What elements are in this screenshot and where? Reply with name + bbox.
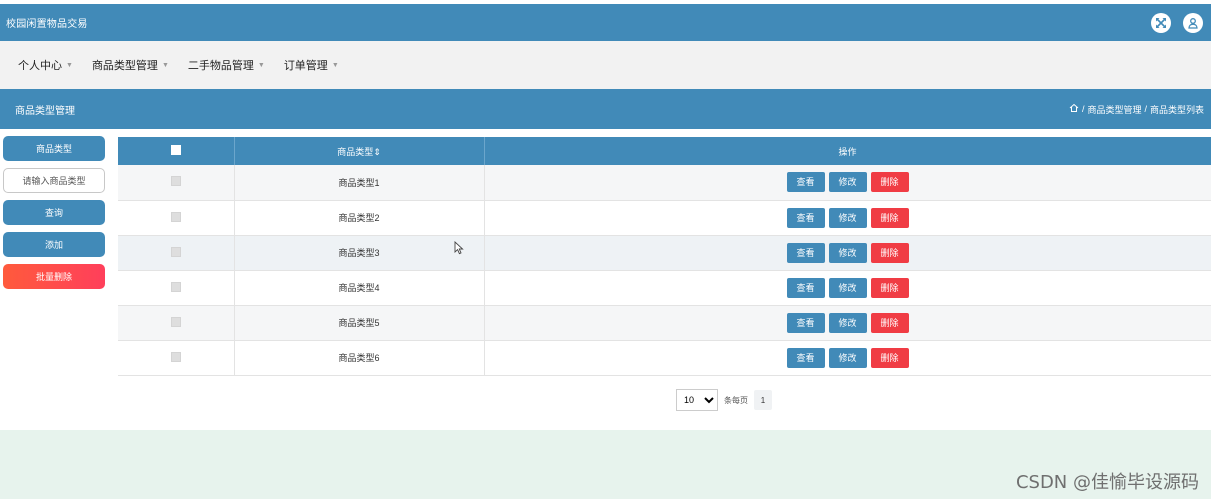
delete-button[interactable]: 删除: [870, 172, 909, 193]
watermark-text: CSDN @佳愉毕设源码: [1015, 472, 1199, 493]
select-all-checkbox[interactable]: [170, 145, 181, 155]
edit-button[interactable]: 修改: [828, 312, 867, 333]
view-button[interactable]: 查看: [786, 172, 825, 193]
row-checkbox[interactable]: [170, 246, 181, 257]
category-name-cell: 商品类型5: [234, 305, 485, 341]
chevron-down-icon: ▼: [161, 61, 169, 69]
page-number-button[interactable]: 1: [754, 390, 772, 410]
mouse-cursor-icon: [454, 240, 464, 260]
actions-cell: 查看 修改 删除: [484, 270, 1211, 306]
row-checkbox[interactable]: [170, 211, 181, 222]
edit-button[interactable]: 修改: [828, 242, 867, 263]
actions-cell: 查看 修改 删除: [484, 340, 1211, 376]
delete-button[interactable]: 删除: [870, 242, 909, 263]
column-header-label: 商品类型: [337, 146, 374, 157]
edit-button[interactable]: 修改: [828, 207, 867, 228]
view-button[interactable]: 查看: [786, 207, 825, 228]
actions-cell: 查看 修改 删除: [484, 200, 1211, 236]
footer: CSDN @佳愉毕设源码: [0, 430, 1211, 499]
per-page-label: 条每页: [724, 395, 748, 405]
edit-button[interactable]: 修改: [828, 172, 867, 193]
column-header-category[interactable]: 商品类型⇕: [234, 137, 485, 165]
view-button[interactable]: 查看: [786, 347, 825, 368]
breadcrumb-category-management[interactable]: 商品类型管理: [1087, 103, 1141, 116]
table-row: 商品类型3 查看 修改 删除: [118, 235, 1211, 271]
batch-delete-button[interactable]: 批量删除: [3, 264, 105, 289]
row-checkbox[interactable]: [170, 176, 181, 187]
page-title: 商品类型管理: [15, 105, 75, 117]
actions-cell: 查看 修改 删除: [484, 235, 1211, 271]
main-nav: 个人中心 ▼ 商品类型管理 ▼ 二手物品管理 ▼ 订单管理 ▼: [0, 41, 1211, 89]
category-name-cell: 商品类型3: [234, 235, 485, 271]
category-name-cell: 商品类型2: [234, 200, 485, 236]
view-button[interactable]: 查看: [786, 277, 825, 298]
user-icon[interactable]: [1183, 12, 1203, 33]
edit-button[interactable]: 修改: [828, 347, 867, 368]
top-header: 校园闲置物品交易: [0, 4, 1211, 41]
table-row: 商品类型1 查看 修改 删除: [118, 165, 1211, 201]
view-button[interactable]: 查看: [786, 242, 825, 263]
app-title: 校园闲置物品交易: [6, 19, 88, 30]
page-size-select[interactable]: 10: [676, 389, 718, 411]
page-header: 商品类型管理 / 商品类型管理 / 商品类型列表: [0, 89, 1211, 129]
column-header-actions: 操作: [484, 137, 1211, 165]
sort-icon: ⇕: [373, 146, 381, 157]
edit-button[interactable]: 修改: [828, 277, 867, 298]
nav-item-used-goods-management[interactable]: 二手物品管理 ▼: [188, 57, 265, 73]
category-search-input[interactable]: [3, 168, 105, 193]
row-checkbox[interactable]: [170, 316, 181, 327]
delete-button[interactable]: 删除: [870, 347, 909, 368]
nav-item-label: 订单管理: [283, 60, 328, 72]
breadcrumb-category-list: 商品类型列表: [1149, 104, 1204, 115]
nav-item-label: 个人中心: [18, 60, 62, 72]
search-button[interactable]: 查询: [3, 200, 105, 225]
chevron-down-icon: ▼: [66, 61, 73, 69]
nav-item-label: 二手物品管理: [187, 60, 254, 72]
table-header-row: 商品类型⇕ 操作: [118, 137, 1211, 165]
actions-cell: 查看 修改 删除: [484, 165, 1211, 201]
actions-cell: 查看 修改 删除: [484, 305, 1211, 341]
breadcrumb-separator: /: [1144, 104, 1147, 114]
category-name-cell: 商品类型1: [234, 165, 485, 201]
search-panel: 商品类型 查询 添加 批量删除: [3, 136, 105, 289]
category-name-cell: 商品类型4: [234, 270, 485, 306]
chevron-down-icon: ▼: [331, 61, 339, 69]
view-button[interactable]: 查看: [786, 312, 825, 333]
table-row: 商品类型5 查看 修改 删除: [118, 305, 1211, 341]
nav-item-order-management[interactable]: 订单管理 ▼: [284, 57, 339, 73]
breadcrumb: / 商品类型管理 / 商品类型列表: [1069, 103, 1204, 116]
category-field-label: 商品类型: [3, 136, 105, 161]
table-row: 商品类型2 查看 修改 删除: [118, 200, 1211, 236]
nav-item-label: 商品类型管理: [91, 60, 158, 72]
add-button[interactable]: 添加: [3, 232, 105, 257]
nav-item-category-management[interactable]: 商品类型管理 ▼: [92, 57, 169, 73]
category-name-cell: 商品类型6: [234, 340, 485, 376]
category-table: 商品类型⇕ 操作 商品类型1 查看 修改 删除 商品类型2 查看 修改 删除 商…: [118, 137, 1211, 376]
table-row: 商品类型6 查看 修改 删除: [118, 340, 1211, 376]
delete-button[interactable]: 删除: [870, 277, 909, 298]
chevron-down-icon: ▼: [257, 61, 265, 69]
delete-button[interactable]: 删除: [870, 207, 909, 228]
fullscreen-icon[interactable]: [1151, 12, 1171, 33]
delete-button[interactable]: 删除: [870, 312, 909, 333]
table-row: 商品类型4 查看 修改 删除: [118, 270, 1211, 306]
home-icon[interactable]: [1069, 103, 1079, 115]
pagination: 10 条每页 1: [676, 389, 772, 411]
breadcrumb-separator: /: [1081, 104, 1085, 114]
nav-item-personal-center[interactable]: 个人中心 ▼: [18, 57, 73, 73]
select-all-cell: [118, 137, 235, 165]
row-checkbox[interactable]: [170, 281, 181, 292]
header-actions: [1151, 12, 1203, 33]
row-checkbox[interactable]: [170, 351, 181, 362]
